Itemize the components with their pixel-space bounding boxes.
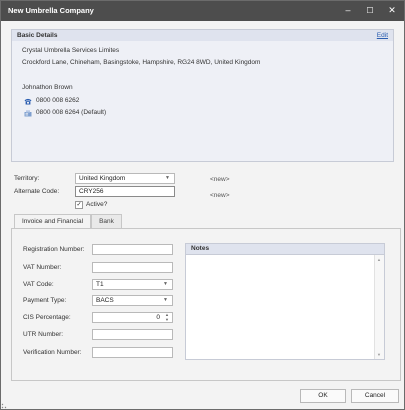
cis-percentage-stepper[interactable]: 0 ▲ ▼ — [92, 312, 173, 323]
close-button[interactable]: ✕ — [383, 4, 401, 17]
cancel-button[interactable]: Cancel — [351, 389, 399, 403]
fax-number: 0800 008 6264 (Default) — [36, 109, 107, 116]
maximize-button[interactable]: ☐ — [361, 4, 379, 17]
payment-type-value: BACS — [96, 297, 114, 304]
title-bar[interactable]: New Umbrella Company – ☐ ✕ — [1, 1, 404, 21]
chevron-down-icon: ▼ — [163, 297, 168, 303]
resize-grip-icon[interactable] — [1, 403, 7, 409]
vat-number-input[interactable] — [92, 262, 173, 273]
alternate-code-label: Alternate Code: — [14, 188, 60, 195]
chevron-down-icon: ▼ — [163, 281, 168, 287]
tab-bank[interactable]: Bank — [91, 214, 122, 228]
verification-number-input[interactable] — [92, 347, 173, 358]
vat-code-label: VAT Code: — [23, 281, 54, 288]
alternate-code-value: CRY256 — [79, 188, 104, 195]
scroll-down-icon[interactable]: ▼ — [377, 352, 381, 357]
scroll-up-icon[interactable]: ▲ — [377, 257, 381, 262]
basic-details-header: Basic Details Edit — [12, 30, 393, 41]
active-checkbox[interactable]: ✓ — [75, 201, 83, 209]
territory-new-text: <new> — [210, 176, 230, 183]
registration-number-input[interactable] — [92, 244, 173, 255]
phone-icon — [24, 98, 32, 105]
basic-details-panel: Basic Details Edit Crystal Umbrella Serv… — [11, 29, 394, 162]
minimize-button[interactable]: – — [339, 4, 357, 17]
utr-number-input[interactable] — [92, 329, 173, 340]
cis-percentage-label: CIS Percentage: — [23, 314, 71, 321]
utr-number-label: UTR Number: — [23, 331, 64, 338]
active-label: Active? — [86, 201, 108, 208]
basic-details-title: Basic Details — [17, 32, 58, 39]
fax-icon — [24, 110, 32, 117]
company-address: Crockford Lane, Chineham, Basingstoke, H… — [22, 59, 261, 66]
ok-button[interactable]: OK — [300, 389, 346, 403]
vat-code-select[interactable]: T1 ▼ — [92, 279, 173, 290]
vat-code-value: T1 — [96, 281, 104, 288]
phone-number: 0800 008 6262 — [36, 97, 80, 104]
notes-textarea[interactable] — [186, 255, 374, 359]
dialog-window: New Umbrella Company – ☐ ✕ Basic Details… — [0, 0, 405, 410]
verification-number-label: Verification Number: — [23, 349, 82, 356]
vat-number-label: VAT Number: — [23, 264, 62, 271]
chevron-down-icon: ▼ — [165, 175, 170, 181]
territory-select[interactable]: United Kingdom ▼ — [75, 173, 175, 184]
notes-scrollbar[interactable]: ▲ ▼ — [374, 255, 384, 359]
registration-number-label: Registration Number: — [23, 246, 85, 253]
payment-type-select[interactable]: BACS ▼ — [92, 295, 173, 306]
company-name: Crystal Umbrella Services Limites — [22, 47, 120, 54]
notes-header: Notes — [186, 244, 384, 255]
cis-percentage-value: 0 — [156, 314, 160, 321]
notes-panel[interactable]: Notes ▲ ▼ — [185, 243, 385, 360]
payment-type-label: Payment Type: — [23, 297, 67, 304]
territory-label: Territory: — [14, 175, 40, 182]
contact-name: Johnathon Brown — [22, 84, 73, 91]
window-title: New Umbrella Company — [8, 6, 94, 15]
alternate-code-new-text: <new> — [210, 192, 230, 199]
alternate-code-input[interactable]: CRY256 — [75, 186, 175, 197]
territory-value: United Kingdom — [79, 175, 126, 182]
edit-link[interactable]: Edit — [377, 32, 388, 39]
spinner-arrows-icon[interactable]: ▲ ▼ — [165, 312, 169, 322]
tab-invoice-and-financial[interactable]: Invoice and Financial — [14, 214, 91, 228]
